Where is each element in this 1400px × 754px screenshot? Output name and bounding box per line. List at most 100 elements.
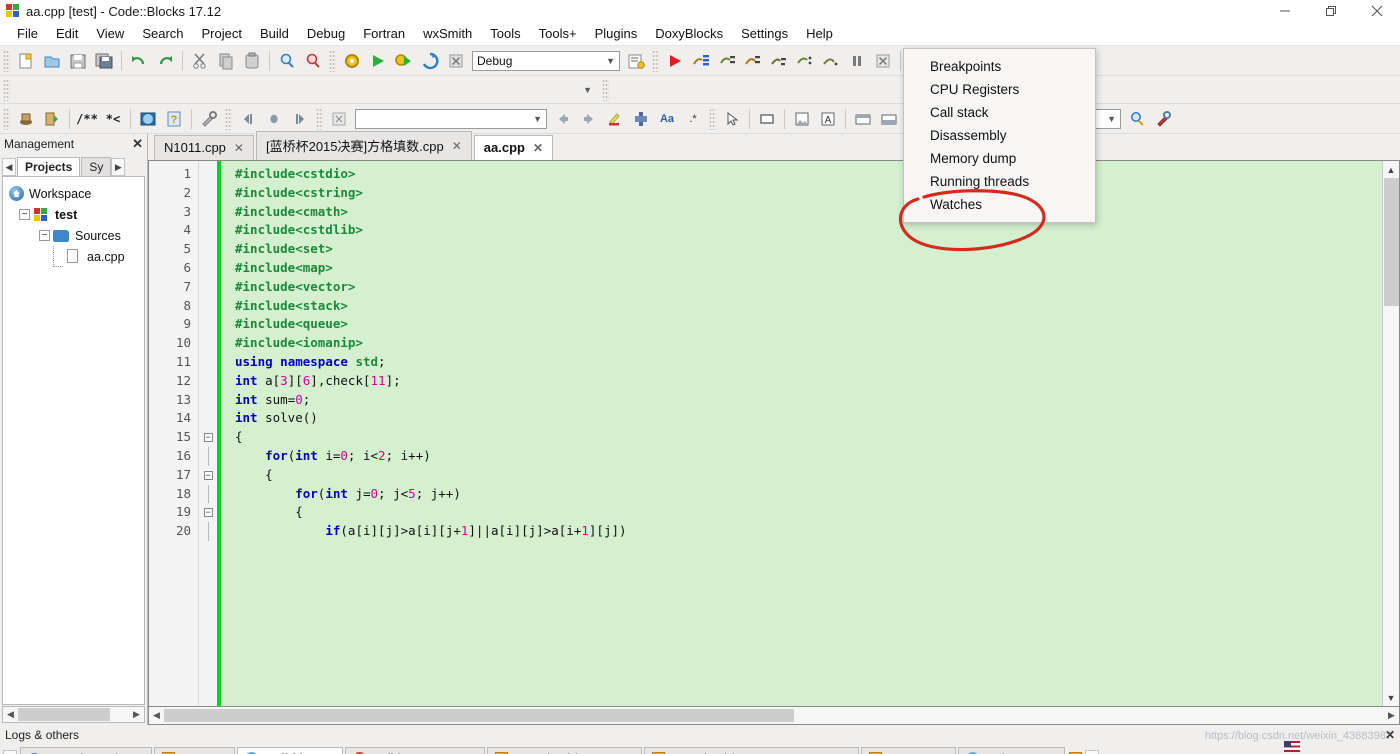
doxyblocks-extract-icon[interactable] [39,106,65,132]
toolbar-gripper-7[interactable] [225,107,232,130]
editor-hscrollbar[interactable]: ◀ ▶ [148,707,1400,725]
menu-item-memory-dump[interactable]: Memory dump [904,147,1095,170]
toolbar-gripper-4[interactable] [3,78,10,101]
code-content[interactable]: #include<cstdio> #include<cstring> #includ… [221,161,1382,706]
menu-help[interactable]: Help [797,23,842,44]
bookmark-icon[interactable] [261,106,287,132]
tab-projects[interactable]: Projects [17,157,81,176]
scroll-left-icon[interactable]: ◀ [149,708,164,723]
menu-build[interactable]: Build [251,23,298,44]
project-tree[interactable]: Workspace − test − Sources aa.cpp [2,176,145,705]
scroll-left-icon[interactable]: ◀ [3,707,18,722]
close-icon[interactable]: ✕ [533,141,543,155]
undo-icon[interactable] [126,48,152,74]
toolbar-gripper[interactable] [3,49,10,72]
close-icon[interactable]: ✕ [452,139,462,153]
select-target-icon[interactable] [623,48,649,74]
vscroll-track[interactable] [1383,178,1400,689]
toolbar-gripper-5[interactable] [602,78,609,101]
log-tab-cscope[interactable]: Cscope ✕ [861,747,956,754]
collapse-icon[interactable]: − [19,209,30,220]
close-icon[interactable]: ✕ [132,136,143,152]
layout1-icon[interactable] [850,106,876,132]
log-tab-build-log[interactable]: Build log ✕ [236,747,343,754]
doxyblocks-html-icon[interactable] [135,106,161,132]
tabs-scroll-right-icon[interactable]: ▶ [111,158,126,176]
whole-word-icon[interactable] [628,106,654,132]
menu-project[interactable]: Project [193,23,251,44]
scroll-thumb[interactable] [18,708,110,721]
step-out-icon[interactable] [766,48,792,74]
abort-icon[interactable] [443,48,469,74]
fold-margin[interactable]: − − − [199,161,217,706]
doxyblocks-blockcomment-icon[interactable]: *< [100,106,126,132]
doxyblocks-comment-icon[interactable]: /** [74,106,100,132]
toolbar-gripper-6[interactable] [3,107,10,130]
editor-tab-fanggetianshu[interactable]: [蓝桥杯2015决赛]方格填数.cpp ✕ [255,131,472,160]
fold-toggle-icon[interactable]: − [199,466,217,485]
goto-prev-icon[interactable] [235,106,261,132]
toolbar-gripper-8[interactable] [316,107,323,130]
scroll-up-icon[interactable]: ▲ [1383,161,1400,178]
scroll-down-icon[interactable]: ▼ [1383,689,1400,706]
log-tab-cppcheck[interactable]: CppCheck/Vera++ ✕ [487,747,642,754]
step-into-instruction-icon[interactable] [818,48,844,74]
menu-fortran[interactable]: Fortran [354,23,414,44]
toolbar-gripper-3[interactable] [652,49,659,72]
editor-tab-n1011[interactable]: N1011.cpp ✕ [154,135,254,160]
editor-vscrollbar[interactable]: ▲ ▼ [1382,161,1399,706]
rebuild-icon[interactable] [417,48,443,74]
stop-debugger-icon[interactable] [870,48,896,74]
fold-toggle-icon[interactable]: − [199,503,217,522]
scope-select[interactable]: ▼ [310,80,596,100]
frame-icon[interactable] [754,106,780,132]
menu-file[interactable]: File [8,23,47,44]
match-case-icon[interactable]: Aa [654,106,680,132]
log-tab-debugger[interactable]: Debugger ✕ [957,747,1066,754]
redo-icon[interactable] [152,48,178,74]
tree-item-test[interactable]: − test [7,204,140,225]
build-and-run-icon[interactable] [391,48,417,74]
cut-icon[interactable] [187,48,213,74]
configure-icon[interactable] [1150,106,1176,132]
menu-plugins[interactable]: Plugins [586,23,647,44]
toolbar-gripper-9[interactable] [709,107,716,130]
close-icon[interactable] [1354,0,1400,22]
forward-icon[interactable] [576,106,602,132]
tree-item-sources[interactable]: − Sources [7,225,140,246]
log-tab-build-messages[interactable]: Build messages ✕ [344,747,486,754]
menu-settings[interactable]: Settings [732,23,797,44]
scroll-right-icon[interactable]: ▶ [129,707,144,722]
find-icon[interactable] [274,48,300,74]
search-input[interactable]: ▼ [355,108,547,129]
menu-item-cpu-registers[interactable]: CPU Registers [904,78,1095,101]
copy-icon[interactable] [213,48,239,74]
menu-item-watches[interactable]: Watches [904,193,1095,216]
close-icon[interactable]: ✕ [234,141,244,155]
scroll-right-icon[interactable]: ▶ [1384,708,1399,723]
doxyblocks-help-icon[interactable]: ? [161,106,187,132]
menu-item-running-threads[interactable]: Running threads [904,170,1095,193]
toolbar-gripper-2[interactable] [329,49,336,72]
build-target-select[interactable]: Debug ▼ [472,50,620,71]
next-instruction-icon[interactable] [792,48,818,74]
menu-tools[interactable]: Tools [481,23,529,44]
goto-next-icon[interactable] [287,106,313,132]
editor-tab-aacpp[interactable]: aa.cpp ✕ [473,135,554,160]
menu-search[interactable]: Search [133,23,192,44]
break-debugger-icon[interactable] [844,48,870,74]
log-tab-cppcheck-messages[interactable]: CppCheck/Vera++ messages ✕ [643,747,860,754]
menu-doxyblocks[interactable]: DoxyBlocks [646,23,732,44]
log-tab-cccc[interactable]: Cccc ✕ [154,747,235,754]
doxyblocks-run-icon[interactable] [13,106,39,132]
next-line-icon[interactable] [714,48,740,74]
search-symbol-icon[interactable] [1124,106,1150,132]
fold-toggle-icon[interactable]: − [199,428,217,447]
menu-edit[interactable]: Edit [47,23,87,44]
tree-item-aacpp[interactable]: aa.cpp [7,246,140,267]
management-hscrollbar[interactable]: ◀ ▶ [2,706,145,723]
menu-debug[interactable]: Debug [298,23,354,44]
tree-item-workspace[interactable]: Workspace [7,183,140,204]
paste-icon[interactable] [239,48,265,74]
menu-view[interactable]: View [87,23,133,44]
